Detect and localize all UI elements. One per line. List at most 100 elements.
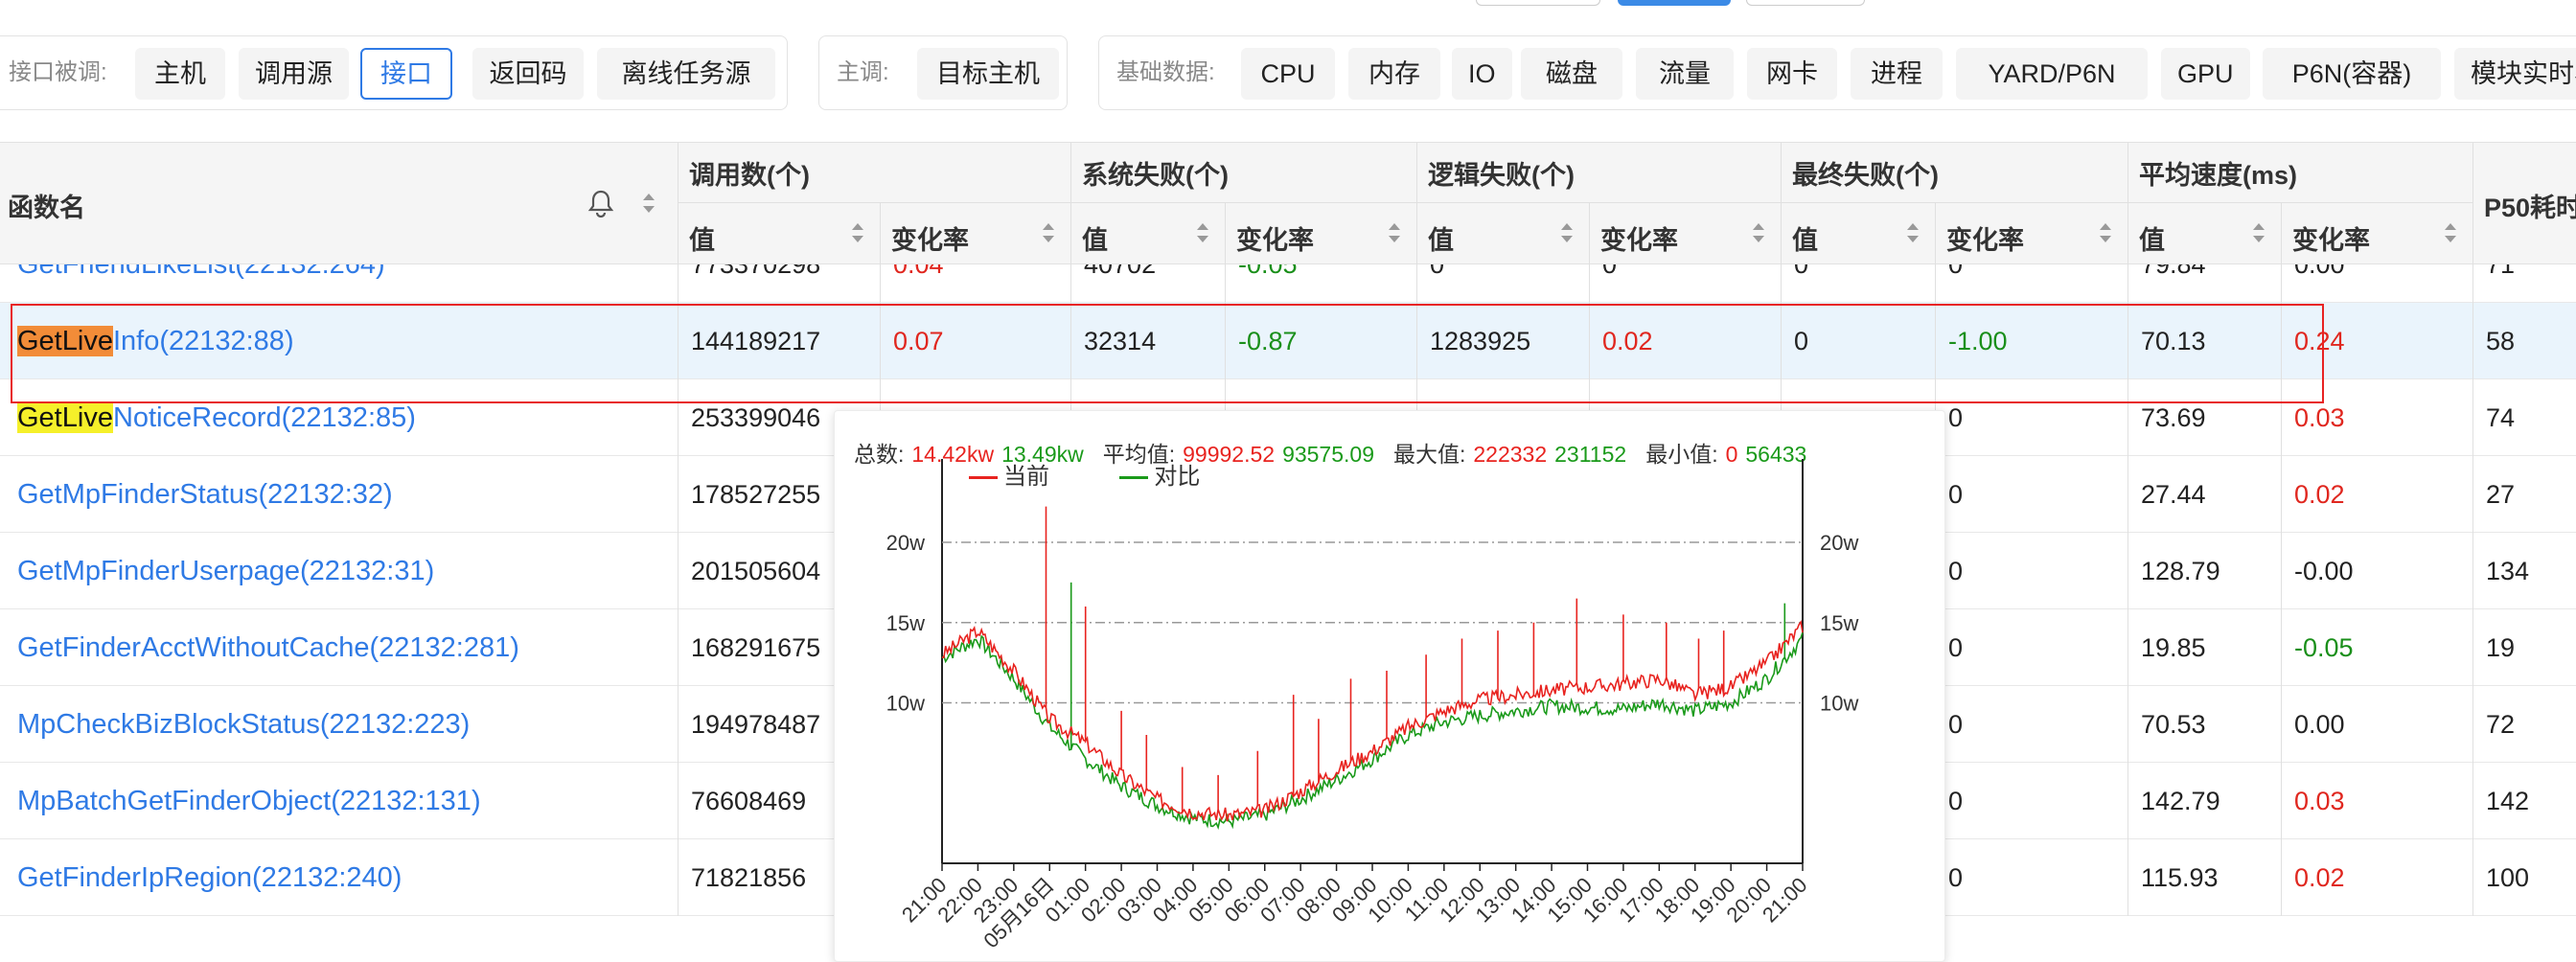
filter-button[interactable]: 接口 [360, 48, 452, 100]
p50-cell: 19 [2486, 633, 2516, 662]
y-tick-label: 10w [886, 692, 925, 716]
cell-divider [2281, 456, 2282, 533]
calls-cell: 194978487 [691, 710, 821, 739]
func-name-header[interactable]: 函数名 [8, 187, 85, 224]
table-row[interactable]: GetLiveInfo(22132:88) 144189217 0.07 32314 -… [0, 303, 2576, 379]
rate-subheader[interactable]: 变化率 [2292, 219, 2370, 257]
filter-button[interactable]: 网卡 [1747, 48, 1837, 100]
legend-compare: 对比 [1154, 464, 1201, 490]
sort-icon[interactable] [2252, 223, 2266, 242]
calls-cell: 168291675 [691, 633, 821, 662]
function-name-text: MpCheckBizBlockStatus(22132:223) [17, 709, 471, 740]
sys-cell: 32314 [1084, 327, 1157, 355]
calls-cell: 71821856 [691, 863, 807, 892]
column-divider [1225, 202, 1226, 265]
function-name-link[interactable]: GetFinderAcctWithoutCache(22132:281) [17, 609, 519, 686]
top-tab-stub-active[interactable] [1618, 0, 1731, 6]
function-name-link[interactable]: MpBatchGetFinderObject(22132:131) [17, 763, 481, 839]
filter-group-callee: 接口被调: 主机 调用源 接口 返回码 离线任务源 [0, 35, 788, 110]
calls-cell: 144189217 [691, 327, 821, 355]
function-name-link[interactable]: GetMpFinderUserpage(22132:31) [17, 533, 434, 609]
filter-button[interactable]: 离线任务源 [597, 48, 775, 100]
rate-subheader[interactable]: 变化率 [1236, 219, 1314, 257]
filter-button[interactable]: 内存 [1348, 48, 1440, 100]
speed-rate-cell: 0.00 [2294, 264, 2345, 279]
column-group-header: 调用数(个) [689, 161, 810, 190]
bell-icon[interactable] [587, 189, 614, 222]
rate-subheader[interactable]: 变化率 [1946, 219, 2024, 257]
top-tab-stub[interactable] [1476, 0, 1600, 6]
sort-icon[interactable] [642, 194, 656, 213]
filter-button[interactable]: 主机 [135, 48, 225, 100]
cell-divider [2281, 303, 2282, 379]
filter-button[interactable]: 目标主机 [917, 48, 1059, 100]
value-subheader[interactable]: 值 [2139, 219, 2165, 257]
value-subheader[interactable]: 值 [1082, 219, 1108, 257]
sort-icon[interactable] [1560, 223, 1574, 242]
filter-button[interactable]: 流量 [1636, 48, 1734, 100]
filter-button[interactable]: YARD/P6N [1956, 48, 2148, 100]
value-subheader[interactable]: 值 [1428, 219, 1454, 257]
function-name-link[interactable]: GetMpFinderStatus(22132:32) [17, 456, 393, 533]
cell-divider [880, 264, 881, 303]
y-tick-label: 15w [886, 611, 925, 635]
sort-icon[interactable] [851, 223, 864, 242]
legend-swatch-current [969, 476, 998, 480]
sort-icon[interactable] [1752, 223, 1765, 242]
value-subheader[interactable]: 值 [689, 219, 715, 257]
p50-cell: 27 [2486, 480, 2516, 509]
column-divider [1589, 202, 1590, 265]
function-name-link[interactable]: MpCheckBizBlockStatus(22132:223) [17, 686, 470, 763]
value-subheader[interactable]: 值 [1792, 219, 1818, 257]
sort-icon[interactable] [1042, 223, 1055, 242]
filter-button[interactable]: IO [1452, 48, 1512, 100]
sys-rate-cell: -0.87 [1238, 327, 1298, 355]
filter-button[interactable]: CPU [1241, 48, 1335, 100]
final-cell: 0 [1794, 327, 1809, 355]
filter-button[interactable]: GPU [2161, 48, 2250, 100]
top-tab-stub[interactable] [1746, 0, 1865, 6]
filter-button[interactable]: 模块实时容量 [2454, 48, 2576, 100]
sort-icon[interactable] [2099, 223, 2112, 242]
y-tick-label-right: 10w [1820, 692, 1858, 716]
final-rate-cell: 0 [1948, 403, 1964, 432]
cell-divider [1935, 264, 1936, 303]
function-name-link[interactable]: GetFriendLikeList(22132:264) [17, 264, 385, 303]
cell-divider [2472, 763, 2473, 839]
header-divider [1781, 202, 2128, 203]
final-rate-cell: -1.00 [1948, 327, 2008, 355]
filter-button[interactable]: 返回码 [472, 48, 584, 100]
calls-cell: 773370298 [691, 264, 821, 279]
function-name-text: NoticeRecord(22132:85) [112, 402, 416, 433]
filter-button[interactable]: 调用源 [239, 48, 349, 100]
column-divider [1070, 143, 1071, 265]
y-tick-label: 20w [886, 531, 925, 555]
column-divider [1416, 143, 1417, 265]
sort-icon[interactable] [1196, 223, 1209, 242]
rate-subheader[interactable]: 变化率 [891, 219, 969, 257]
rate-subheader[interactable]: 变化率 [1600, 219, 1678, 257]
cell-divider [2281, 839, 2282, 916]
final-cell: 0 [1794, 264, 1809, 279]
column-divider [880, 202, 881, 265]
table-row[interactable]: GetFriendLikeList(22132:264) 773370298 0.0… [0, 264, 2576, 303]
filter-bar: 接口被调: 主机 调用源 接口 返回码 离线任务源 主调: 目标主机 基础数据: CPU 内存 I… [0, 0, 2576, 140]
sort-icon[interactable] [1388, 223, 1401, 242]
cell-divider [2472, 609, 2473, 686]
function-name-link[interactable]: GetFinderIpRegion(22132:240) [17, 839, 402, 916]
cell-divider [2281, 264, 2282, 303]
function-name-link[interactable]: GetLiveNoticeRecord(22132:85) [17, 379, 416, 456]
final-rate-cell: 0 [1948, 787, 1964, 815]
column-divider [2281, 202, 2282, 265]
function-name-link[interactable]: GetLiveInfo(22132:88) [17, 303, 294, 379]
sort-icon[interactable] [1906, 223, 1920, 242]
y-tick-label-right: 20w [1820, 531, 1858, 555]
cell-divider [1225, 303, 1226, 379]
sort-icon[interactable] [2444, 223, 2457, 242]
filter-button[interactable]: P6N(容器) [2263, 48, 2441, 100]
filter-button[interactable]: 进程 [1851, 48, 1943, 100]
filter-button[interactable]: 磁盘 [1521, 48, 1622, 100]
search-highlight: GetLive [17, 402, 113, 433]
calls-rate-cell: 0.07 [893, 327, 944, 355]
final-rate-cell: 0 [1948, 633, 1964, 662]
